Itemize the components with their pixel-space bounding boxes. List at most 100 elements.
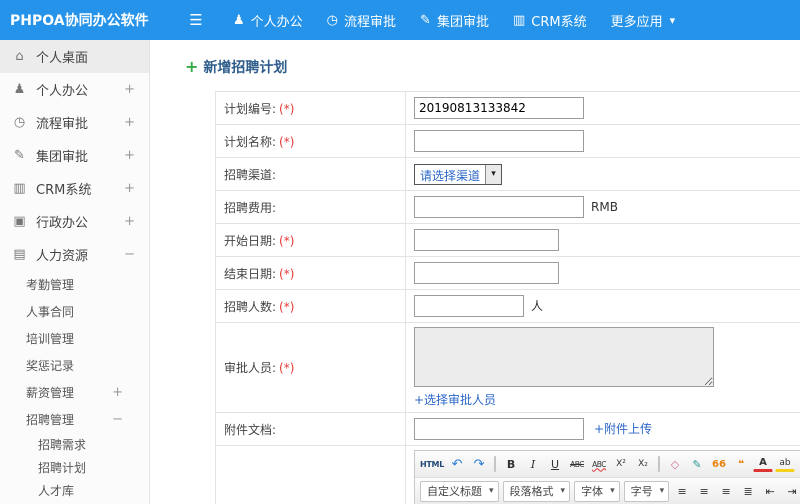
nav-item[interactable]: 流程审批	[315, 0, 408, 40]
align-center-icon[interactable]: ≡	[694, 481, 714, 501]
editor-toolbar-row1: HTML ↶ ↷ B I U ABC ABC X² X₂ ◇ ✎ 66 ❝ A …	[415, 451, 800, 478]
approver-textarea[interactable]	[414, 327, 714, 387]
expand-toggle[interactable]: +	[124, 115, 135, 130]
sidebar: 个人桌面 个人办公 + 流程审批 + 集团审批	[0, 40, 150, 504]
channel-select[interactable]: 请选择渠道	[414, 163, 503, 185]
align-left-icon[interactable]: ≡	[672, 481, 692, 501]
size-select[interactable]: 字号	[623, 480, 670, 502]
attachment-label: 附件文档:	[215, 412, 406, 446]
blockquote-icon[interactable]: 66	[709, 454, 729, 474]
form-row-headcount: 招聘人数: (*) 人	[215, 289, 800, 323]
sidebar-hr-submenu: 考勤管理 人事合同 培训管理 奖惩记录 薪资管理 + 招聘管理 −	[0, 271, 149, 433]
form-row-end-date: 结束日期: (*)	[215, 256, 800, 290]
home-icon	[12, 49, 27, 64]
remove-format-icon[interactable]: ABC	[589, 454, 609, 474]
paragraph-select[interactable]: 段落格式	[502, 480, 571, 502]
expand-toggle[interactable]: +	[124, 181, 135, 196]
channel-label: 招聘渠道:	[215, 157, 406, 191]
font-color-icon[interactable]: A	[753, 456, 774, 472]
align-justify-icon[interactable]: ≣	[738, 481, 758, 501]
required-mark: (*)	[279, 266, 295, 281]
form-row-plan-name: 计划名称: (*)	[215, 124, 800, 158]
sidebar-item[interactable]: 集团审批 +	[0, 139, 149, 172]
sidebar-item[interactable]: 行政办公 +	[0, 205, 149, 238]
sidebar-item[interactable]: 个人办公 +	[0, 73, 149, 106]
plan-no-input[interactable]	[414, 97, 584, 119]
italic-icon[interactable]: I	[523, 454, 543, 474]
nav-item[interactable]: 个人办公	[221, 0, 315, 40]
required-mark: (*)	[279, 361, 295, 375]
superscript-icon[interactable]: X²	[611, 454, 631, 474]
quote-icon[interactable]: ❝	[731, 454, 751, 474]
sidebar-item[interactable]: 人力资源 −	[0, 238, 149, 271]
attachment-upload-link[interactable]: +附件上传	[594, 420, 652, 437]
separator[interactable]	[494, 456, 497, 472]
sidebar-subitem[interactable]: 考勤管理	[0, 271, 149, 298]
sidebar-subitem[interactable]: 奖惩记录	[0, 352, 149, 379]
nav-item[interactable]: CRM系统	[501, 0, 599, 40]
expand-toggle[interactable]: −	[112, 412, 123, 427]
highlight-icon[interactable]: ab	[775, 456, 796, 472]
nav-item[interactable]: 集团审批	[408, 0, 501, 40]
font-select[interactable]: 字体	[574, 480, 620, 502]
menu-icon[interactable]	[185, 11, 207, 29]
app-logo: PHPOA协同办公软件	[10, 13, 149, 29]
plan-no-label: 计划编号: (*)	[215, 91, 406, 125]
expand-toggle[interactable]: +	[124, 82, 135, 97]
sidebar-subitem[interactable]: 培训管理	[0, 325, 149, 352]
redo-icon[interactable]: ↷	[469, 454, 489, 474]
editor-toolbar-row2: 自定义标题 段落格式	[415, 478, 800, 504]
subscript-icon[interactable]: X₂	[633, 454, 653, 474]
briefcase-icon	[12, 214, 27, 229]
expand-toggle[interactable]: +	[112, 385, 123, 400]
rich-text-editor: HTML ↶ ↷ B I U ABC ABC X² X₂ ◇ ✎ 66 ❝ A …	[414, 450, 800, 504]
undo-icon[interactable]: ↶	[447, 454, 467, 474]
sidebar-subitem[interactable]: 人才库	[0, 479, 149, 502]
bold-icon[interactable]: B	[501, 454, 521, 474]
top-nav: 个人办公 流程审批 集团审批 CRM系统	[221, 0, 687, 40]
html-source-button[interactable]: HTML	[419, 454, 445, 474]
nav-item[interactable]: 更多应用	[599, 0, 688, 40]
format-painter-icon[interactable]: ✎	[687, 454, 707, 474]
underline-icon[interactable]: U	[545, 454, 565, 474]
eraser-icon[interactable]: ◇	[665, 454, 685, 474]
page-title: 新增招聘计划	[203, 60, 288, 76]
headcount-label: 招聘人数: (*)	[215, 289, 406, 323]
plan-name-label: 计划名称: (*)	[215, 124, 406, 158]
sidebar-item[interactable]: 流程审批 +	[0, 106, 149, 139]
align-right-icon[interactable]: ≡	[716, 481, 736, 501]
form-row-fee: 招聘费用: RMB	[215, 190, 800, 224]
page-title-row: 新增招聘计划	[185, 57, 800, 77]
required-mark: (*)	[279, 299, 295, 314]
caret-down-icon	[485, 164, 502, 184]
start-date-input[interactable]	[414, 229, 559, 251]
sidebar-recruit-submenu: 招聘需求 招聘计划 人才库	[0, 433, 149, 502]
expand-toggle[interactable]: +	[124, 214, 135, 229]
fee-input[interactable]	[414, 196, 584, 218]
title-plus-icon	[185, 59, 198, 75]
sidebar-subitem[interactable]: 招聘管理 −	[0, 406, 149, 433]
sidebar-subitem[interactable]: 薪资管理 +	[0, 379, 149, 406]
expand-toggle[interactable]: +	[124, 148, 135, 163]
indent-icon[interactable]: ⇥	[782, 481, 800, 501]
chart-icon	[513, 13, 525, 28]
outdent-icon[interactable]: ⇤	[760, 481, 780, 501]
sidebar-subitem[interactable]: 人事合同	[0, 298, 149, 325]
edit-icon	[420, 13, 431, 28]
strikethrough-icon[interactable]: ABC	[567, 454, 587, 474]
heading-select[interactable]: 自定义标题	[420, 480, 499, 502]
choose-approver-link[interactable]: +选择审批人员	[414, 391, 496, 408]
attachment-input[interactable]	[414, 418, 584, 440]
sidebar-item[interactable]: 个人桌面	[0, 40, 149, 73]
required-mark: (*)	[279, 101, 295, 116]
end-date-input[interactable]	[414, 262, 559, 284]
separator[interactable]	[658, 456, 661, 472]
required-mark: (*)	[279, 134, 295, 149]
expand-toggle[interactable]: −	[124, 247, 135, 262]
plan-name-input[interactable]	[414, 130, 584, 152]
sidebar-subitem[interactable]: 招聘计划	[0, 456, 149, 479]
resource-icon	[12, 247, 27, 262]
sidebar-subitem[interactable]: 招聘需求	[0, 433, 149, 456]
sidebar-item[interactable]: CRM系统 +	[0, 172, 149, 205]
headcount-input[interactable]	[414, 295, 524, 317]
